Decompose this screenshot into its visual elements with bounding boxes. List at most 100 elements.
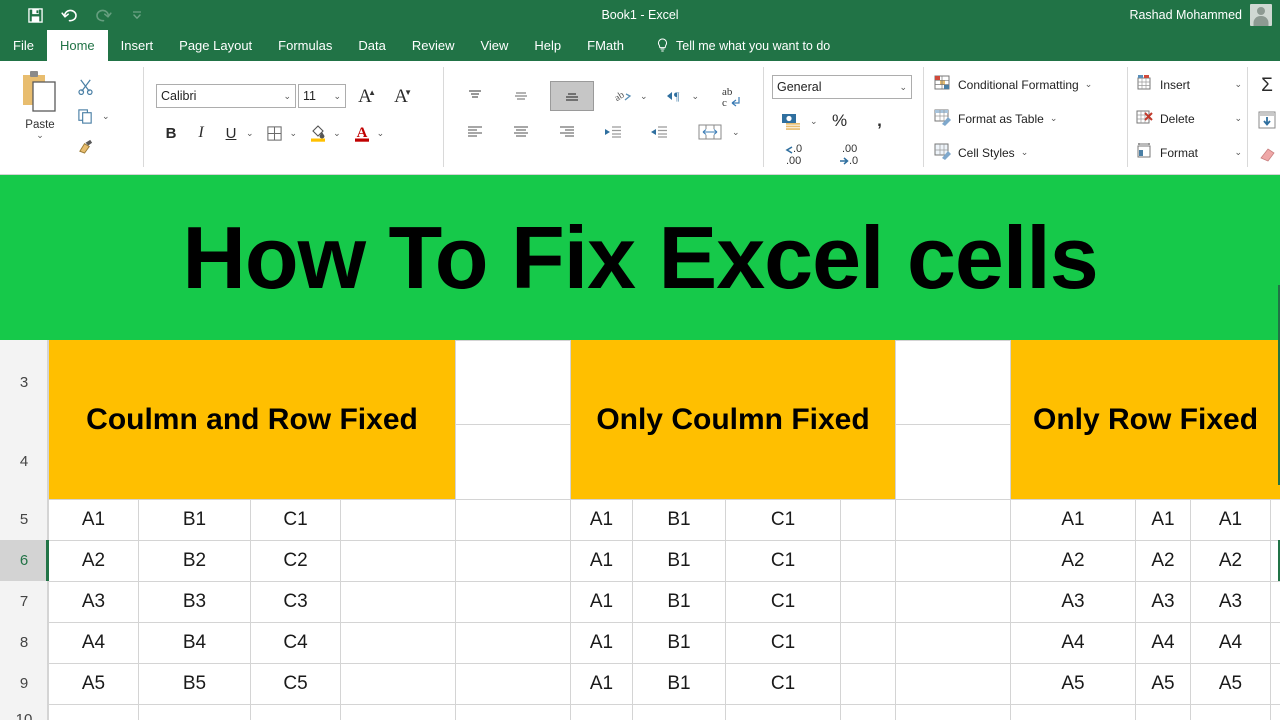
cell[interactable]: B1	[633, 499, 725, 540]
chevron-down-icon[interactable]: ⌄	[1085, 80, 1093, 89]
tab-home[interactable]: Home	[46, 30, 108, 61]
tab-insert[interactable]: Insert	[108, 30, 167, 61]
merge-and-center-button[interactable]	[688, 117, 732, 147]
fill-button[interactable]	[1254, 107, 1280, 133]
cell[interactable]: A3	[1191, 581, 1270, 622]
wrap-text-button[interactable]: ab c	[709, 81, 753, 111]
undo-icon[interactable]	[52, 2, 86, 28]
row-header-7[interactable]: 7	[0, 581, 48, 622]
cell[interactable]: A1	[49, 499, 138, 540]
chevron-down-icon[interactable]: ⌄	[1234, 148, 1242, 157]
account-area[interactable]: Rashad Mohammed	[1129, 0, 1272, 30]
cell[interactable]: A2	[49, 540, 138, 581]
format-cells-button[interactable]: Format ⌄	[1136, 142, 1242, 163]
cell[interactable]: A2	[1191, 540, 1270, 581]
cell[interactable]: A2	[1011, 540, 1135, 581]
chevron-down-icon[interactable]: ⌄	[1050, 114, 1058, 123]
center-button[interactable]	[504, 117, 538, 147]
row-header-10[interactable]: 10	[0, 704, 48, 720]
cell[interactable]: C5	[251, 663, 340, 704]
copy-icon[interactable]	[72, 103, 98, 129]
cell[interactable]: A1	[1136, 499, 1190, 540]
chevron-down-icon[interactable]: ⌄	[102, 111, 110, 121]
cell-styles-button[interactable]: Cell Styles ⌄	[934, 142, 1028, 163]
tab-view[interactable]: View	[467, 30, 521, 61]
borders-button[interactable]	[260, 119, 290, 147]
autosum-button[interactable]: Σ	[1254, 73, 1280, 99]
cell[interactable]: A3	[1136, 581, 1190, 622]
decrease-indent-button[interactable]	[596, 117, 630, 147]
decrease-font-size-button[interactable]: A ▼	[388, 83, 414, 109]
cell[interactable]: B2	[139, 540, 250, 581]
chevron-down-icon[interactable]: ⌄	[899, 82, 907, 92]
tab-review[interactable]: Review	[399, 30, 468, 61]
increase-indent-button[interactable]	[642, 117, 676, 147]
chevron-down-icon[interactable]: ⌄	[810, 116, 818, 126]
cell[interactable]: C4	[251, 622, 340, 663]
italic-button[interactable]: I	[186, 119, 216, 147]
row-header-8[interactable]: 8	[0, 622, 48, 663]
cell[interactable]: A5	[1191, 663, 1270, 704]
chevron-down-icon[interactable]: ⌄	[1021, 148, 1029, 157]
row-header-9[interactable]: 9	[0, 663, 48, 704]
merged-header-only-column-fixed[interactable]: Only Coulmn Fixed	[571, 340, 895, 499]
clear-button[interactable]	[1254, 141, 1280, 167]
cell[interactable]: A4	[49, 622, 138, 663]
top-align-button[interactable]	[458, 81, 492, 111]
cell[interactable]: A4	[1011, 622, 1135, 663]
cell[interactable]: C1	[251, 499, 340, 540]
cell[interactable]: A5	[1136, 663, 1190, 704]
chevron-down-icon[interactable]: ⌄	[333, 128, 341, 138]
cell[interactable]: B1	[633, 622, 725, 663]
cell[interactable]: B1	[633, 663, 725, 704]
chevron-down-icon[interactable]: ⌄	[333, 91, 341, 101]
increase-decimal-button[interactable]: .0 .00	[774, 139, 822, 169]
cell[interactable]: B1	[633, 540, 725, 581]
cell[interactable]: B5	[139, 663, 250, 704]
merged-header-column-and-row-fixed[interactable]: Coulmn and Row Fixed	[49, 340, 455, 499]
cell[interactable]: A1	[571, 622, 632, 663]
chevron-down-icon[interactable]: ⌄	[1234, 114, 1242, 123]
decrease-decimal-button[interactable]: .00 .0	[828, 139, 876, 169]
redo-icon[interactable]	[86, 2, 120, 28]
align-left-button[interactable]	[458, 117, 492, 147]
worksheet-grid[interactable]: 2 3 4 5 6 7 8 9 10 Coulmn and Row Fixed …	[0, 175, 1280, 720]
chevron-down-icon[interactable]: ⌄	[36, 131, 44, 140]
cell[interactable]: B1	[139, 499, 250, 540]
cell[interactable]: A1	[1011, 499, 1135, 540]
bold-button[interactable]: B	[156, 119, 186, 147]
paste-button[interactable]: Paste ⌄	[12, 69, 68, 165]
customize-quick-access-icon[interactable]	[120, 2, 154, 28]
chevron-down-icon[interactable]: ⌄	[290, 128, 298, 138]
cell[interactable]: A4	[1191, 622, 1270, 663]
tab-help[interactable]: Help	[521, 30, 574, 61]
font-name-input[interactable]: Calibri ⌄	[156, 84, 296, 108]
cell[interactable]: C1	[726, 540, 840, 581]
tab-page-layout[interactable]: Page Layout	[166, 30, 265, 61]
format-as-table-button[interactable]: Format as Table ⌄	[934, 108, 1057, 129]
percent-style-button[interactable]: %	[822, 107, 858, 135]
cell[interactable]: C1	[726, 622, 840, 663]
cell[interactable]: A5	[1011, 663, 1135, 704]
fill-color-button[interactable]	[303, 119, 333, 147]
cell[interactable]: A3	[49, 581, 138, 622]
chevron-down-icon[interactable]: ⌄	[692, 91, 700, 101]
increase-font-size-button[interactable]: A ▲	[352, 83, 378, 109]
cell[interactable]: A4	[1136, 622, 1190, 663]
align-right-button[interactable]	[550, 117, 584, 147]
tab-data[interactable]: Data	[345, 30, 398, 61]
avatar[interactable]	[1250, 4, 1272, 26]
tab-fmath[interactable]: FMath	[574, 30, 637, 61]
cell[interactable]: A1	[1191, 499, 1270, 540]
save-icon[interactable]	[18, 2, 52, 28]
cell[interactable]: A2	[1136, 540, 1190, 581]
underline-button[interactable]: U	[216, 119, 246, 147]
insert-cells-button[interactable]: Insert ⌄	[1136, 74, 1242, 95]
delete-cells-button[interactable]: Delete ⌄	[1136, 108, 1242, 129]
cell[interactable]: C1	[726, 499, 840, 540]
comma-style-button[interactable]: ,	[862, 107, 898, 135]
chevron-down-icon[interactable]: ⌄	[246, 128, 254, 138]
bottom-align-button[interactable]	[550, 81, 594, 111]
cell[interactable]: A1	[571, 540, 632, 581]
cell[interactable]: C1	[726, 581, 840, 622]
